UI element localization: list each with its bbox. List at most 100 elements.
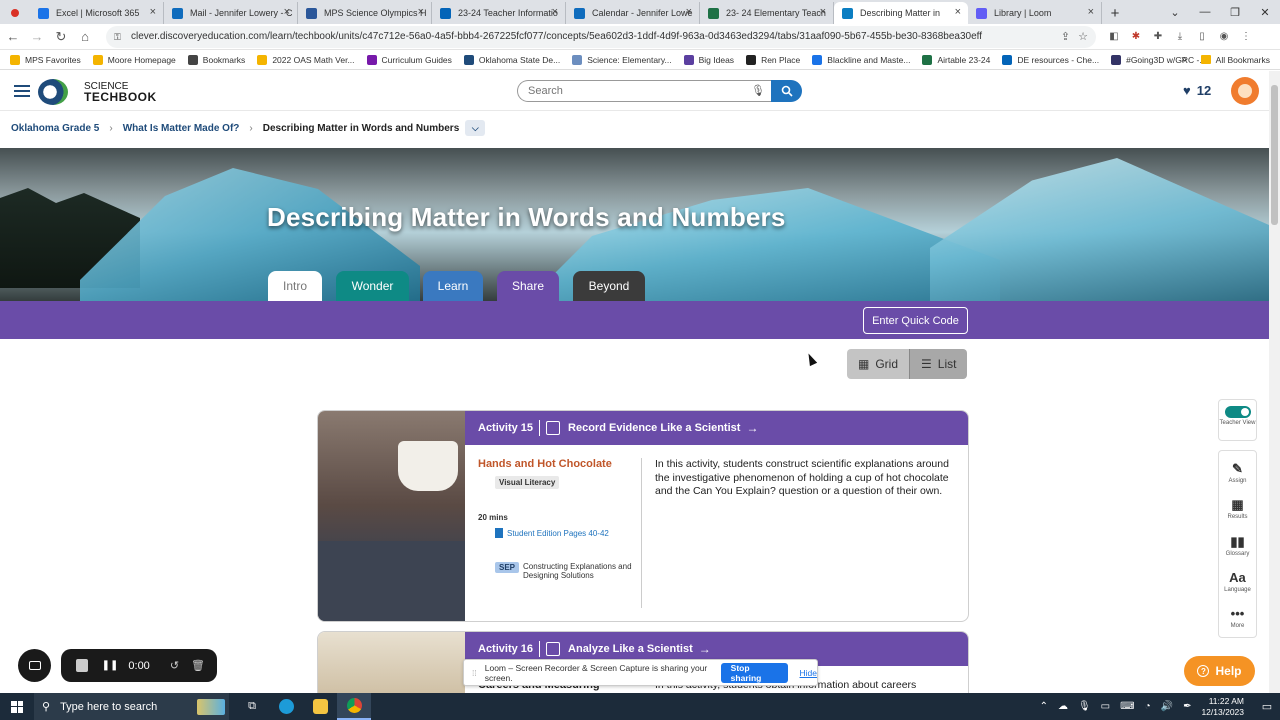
pen-icon[interactable]: ✒ bbox=[1183, 701, 1191, 712]
battery-icon[interactable]: ▭ bbox=[1101, 701, 1110, 712]
hamburger-menu-icon[interactable] bbox=[14, 85, 30, 97]
tab-search-icon[interactable]: ⌄ bbox=[1160, 0, 1190, 24]
bookmark-item[interactable]: Curriculum Guides bbox=[366, 54, 452, 65]
browser-tab[interactable]: Mail - Jennifer Lowery - C × bbox=[164, 2, 298, 24]
close-tab-icon[interactable]: × bbox=[955, 6, 961, 18]
close-tab-icon[interactable]: × bbox=[418, 6, 424, 18]
teacher-view-toggle[interactable]: Teacher View bbox=[1218, 399, 1257, 441]
extension-icon[interactable]: ✱ bbox=[1128, 29, 1144, 45]
url-field[interactable]: ⚿ clever.discoveryeducation.com/learn/te… bbox=[106, 25, 1096, 48]
home-button[interactable]: ⌂ bbox=[74, 26, 96, 48]
edge-app[interactable] bbox=[269, 693, 303, 720]
close-tab-icon[interactable]: × bbox=[552, 6, 558, 18]
stop-sharing-button[interactable]: Stop sharing bbox=[720, 662, 788, 683]
close-window-button[interactable]: ✕ bbox=[1250, 0, 1280, 24]
scrollbar-thumb[interactable] bbox=[1271, 85, 1278, 225]
search-button[interactable] bbox=[771, 80, 802, 102]
tab-learn[interactable]: Learn bbox=[423, 271, 483, 301]
profile-icon[interactable]: ◉ bbox=[1216, 29, 1232, 45]
chrome-app[interactable] bbox=[337, 693, 371, 720]
close-tab-icon[interactable]: × bbox=[820, 6, 826, 18]
network-icon[interactable]: ⌨ bbox=[1120, 701, 1134, 712]
tab-share[interactable]: Share bbox=[497, 271, 559, 301]
notifications-icon[interactable]: ▭ bbox=[1254, 700, 1280, 713]
rail-results[interactable]: ▦ Results bbox=[1227, 491, 1247, 527]
bookmarks-overflow-icon[interactable]: » bbox=[1181, 54, 1187, 65]
start-button[interactable] bbox=[0, 693, 34, 720]
all-bookmarks-link[interactable]: All Bookmarks bbox=[1216, 55, 1270, 65]
page-scrollbar[interactable] bbox=[1269, 71, 1280, 693]
new-tab-button[interactable]: + bbox=[1102, 2, 1128, 24]
activity-card[interactable]: Activity 15 Record Evidence Like a Scien… bbox=[317, 410, 969, 622]
rail-more[interactable]: ••• More bbox=[1231, 601, 1245, 637]
activity-header[interactable]: Activity 15 Record Evidence Like a Scien… bbox=[465, 411, 968, 445]
rail-assign[interactable]: ✎ Assign bbox=[1228, 455, 1246, 491]
task-view-button[interactable]: ⧉ bbox=[235, 693, 269, 720]
wifi-icon[interactable]: ◔ bbox=[1145, 701, 1151, 712]
bookmark-star-icon[interactable]: ☆ bbox=[1078, 30, 1088, 43]
bookmark-item[interactable]: Bookmarks bbox=[187, 54, 245, 65]
microphone-icon[interactable]: 🎙 bbox=[1078, 701, 1091, 712]
extension-icon[interactable]: ◧ bbox=[1106, 29, 1122, 45]
tab-wonder[interactable]: Wonder bbox=[336, 271, 409, 301]
student-edition-link[interactable]: Student Edition Pages 40-42 bbox=[495, 528, 638, 538]
browser-tab[interactable]: 23- 24 Elementary Teach × bbox=[700, 2, 834, 24]
onedrive-icon[interactable]: ☁ bbox=[1058, 701, 1068, 712]
reload-button[interactable]: ↻ bbox=[50, 26, 72, 48]
bookmark-item[interactable]: Airtable 23-24 bbox=[922, 54, 990, 65]
close-tab-icon[interactable]: × bbox=[150, 6, 156, 18]
tab-intro[interactable]: Intro bbox=[268, 271, 322, 301]
bookmark-item[interactable]: DE resources - Che... bbox=[1002, 54, 1099, 65]
loom-camera-button[interactable] bbox=[18, 649, 51, 682]
close-tab-icon[interactable]: × bbox=[284, 6, 290, 18]
taskbar-clock[interactable]: 11:22 AM 12/13/2023 bbox=[1201, 696, 1244, 718]
help-button[interactable]: ? Help bbox=[1184, 656, 1255, 686]
share-icon[interactable]: ⇪ bbox=[1061, 30, 1070, 43]
tab-beyond[interactable]: Beyond bbox=[573, 271, 645, 301]
breadcrumb-item-unit[interactable]: What Is Matter Made Of? bbox=[123, 123, 240, 134]
techbook-logo[interactable]: SCIENCE TECHBOOK bbox=[38, 79, 157, 105]
trash-icon[interactable]: 🗑 bbox=[191, 659, 205, 672]
browser-tab[interactable]: Calendar - Jennifer Lowe × bbox=[566, 2, 700, 24]
volume-icon[interactable]: 🔊 bbox=[1161, 701, 1173, 712]
microphone-icon[interactable]: 🎙 bbox=[751, 84, 765, 97]
minimize-button[interactable]: — bbox=[1190, 0, 1220, 24]
bookmark-item[interactable]: MPS Favorites bbox=[10, 54, 81, 65]
stop-recording-button[interactable] bbox=[76, 659, 88, 672]
user-avatar[interactable] bbox=[1231, 77, 1259, 105]
breadcrumb-dropdown-chevron-icon[interactable]: ⌵ bbox=[465, 120, 486, 136]
restart-icon[interactable]: ↺ bbox=[170, 659, 179, 672]
rail-language[interactable]: Aa Language bbox=[1224, 564, 1251, 600]
bookmark-item[interactable]: Oklahoma State De... bbox=[463, 54, 560, 65]
bookmark-item[interactable]: 2022 OAS Math Ver... bbox=[257, 54, 355, 65]
menu-kebab-icon[interactable]: ⋮ bbox=[1238, 29, 1254, 45]
breadcrumb-item-grade[interactable]: Oklahoma Grade 5 bbox=[11, 123, 99, 134]
back-button[interactable]: ← bbox=[2, 26, 24, 48]
toggle-switch[interactable] bbox=[1224, 406, 1251, 418]
search-input[interactable] bbox=[528, 85, 748, 97]
drag-handle-icon[interactable]: ⁞⁞ bbox=[472, 668, 477, 678]
pause-icon[interactable]: ❚❚ bbox=[102, 660, 119, 671]
browser-tab[interactable]: Excel | Microsoft 365 × bbox=[30, 2, 164, 24]
bookmark-item[interactable]: Blackline and Maste... bbox=[812, 54, 910, 65]
browser-tab[interactable]: MPS Science Olympics H × bbox=[298, 2, 432, 24]
downloads-icon[interactable]: ⤓ bbox=[1172, 29, 1188, 45]
bookmark-item[interactable]: Science: Elementary... bbox=[572, 54, 672, 65]
favorites-counter[interactable]: ♥ 12 bbox=[1183, 83, 1211, 98]
bookmark-item[interactable]: Big Ideas bbox=[683, 54, 734, 65]
browser-tab[interactable]: 23-24 Teacher Informatio × bbox=[432, 2, 566, 24]
list-view-button[interactable]: ☰ List bbox=[909, 349, 968, 379]
sidepanel-icon[interactable]: ▯ bbox=[1194, 29, 1210, 45]
grid-view-button[interactable]: ▦ Grid bbox=[847, 349, 910, 379]
browser-tab[interactable]: Describing Matter in × bbox=[834, 2, 968, 24]
browser-tab[interactable]: Library | Loom × bbox=[968, 2, 1102, 24]
bookmark-item[interactable]: Moore Homepage bbox=[92, 54, 176, 65]
enter-quick-code-button[interactable]: Enter Quick Code bbox=[863, 307, 968, 334]
taskbar-search[interactable]: ⚲ Type here to search bbox=[34, 693, 229, 720]
rail-glossary[interactable]: ▮▮ Glossary bbox=[1226, 528, 1250, 564]
restore-button[interactable]: ❐ bbox=[1220, 0, 1250, 24]
forward-button[interactable]: → bbox=[26, 26, 48, 48]
hide-link[interactable]: Hide bbox=[800, 668, 817, 678]
tray-overflow-icon[interactable]: ⌃ bbox=[1040, 701, 1048, 712]
extensions-puzzle-icon[interactable]: ✚ bbox=[1150, 29, 1166, 45]
